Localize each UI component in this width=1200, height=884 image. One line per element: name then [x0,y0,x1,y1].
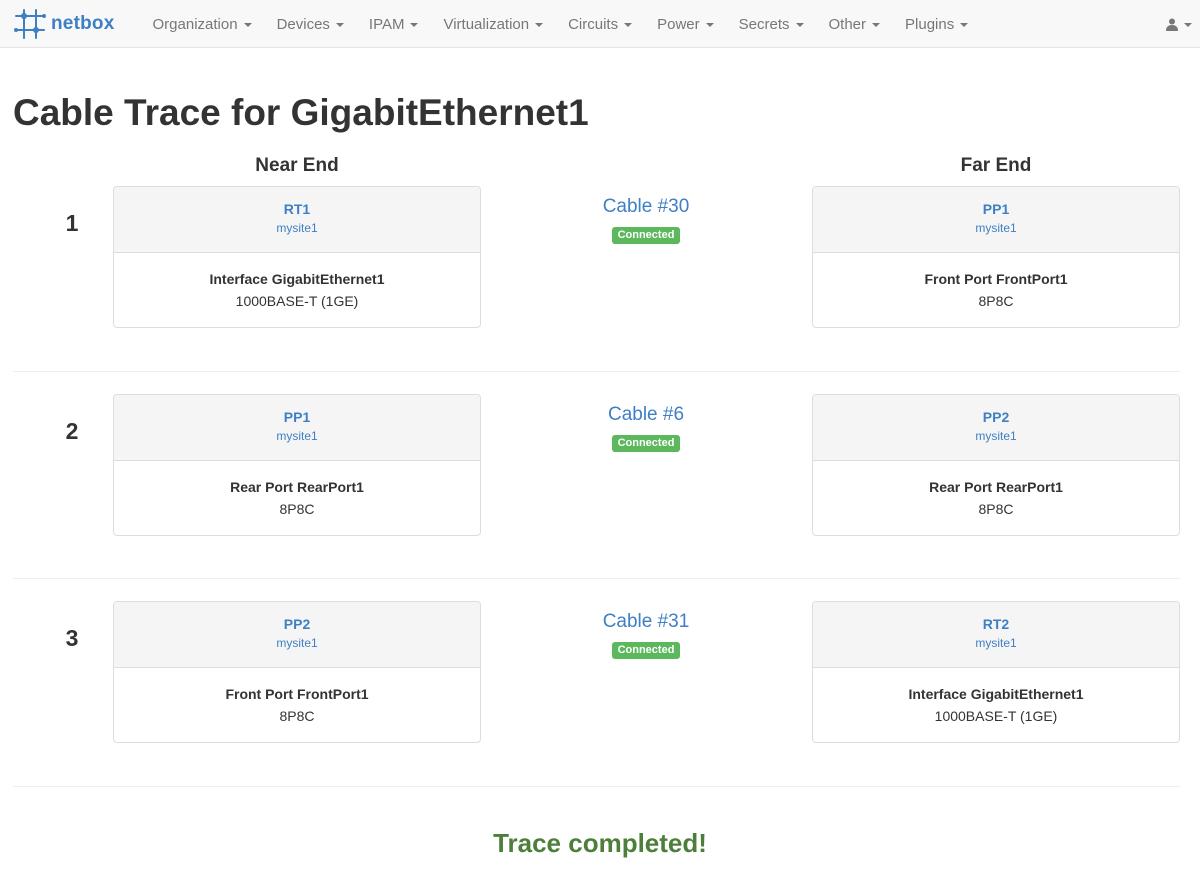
nav-plugins[interactable]: Plugins [893,0,981,48]
panel-body: Interface GigabitEthernet1 1000BASE-T (1… [813,668,1179,724]
nav-label: IPAM [368,15,405,33]
far-end-heading: Far End [960,155,1032,176]
device-link[interactable]: RT2 [983,616,1009,632]
port-type: 1000BASE-T (1GE) [934,708,1058,724]
port-name: Front Port FrontPort1 [225,686,369,702]
near-end-heading: Near End [255,155,339,176]
port-name: Front Port FrontPort1 [924,271,1068,287]
panel-heading: PP2 mysite1 [114,602,480,668]
port-name: Interface GigabitEthernet1 [908,686,1084,702]
hop-divider [13,786,1180,787]
status-badge: Connected [611,642,681,659]
site-link[interactable]: mysite1 [975,221,1016,235]
nav-label: Devices [276,15,330,33]
near-end-panel: PP2 mysite1 Front Port FrontPort1 8P8C [113,601,481,743]
near-end-panel: RT1 mysite1 Interface GigabitEthernet1 1… [113,186,481,328]
site-link[interactable]: mysite1 [975,636,1016,650]
nav-label: Other [828,15,867,33]
user-icon [1166,18,1178,31]
caret-down-icon [410,23,419,27]
nav-label: Circuits [568,15,619,33]
nav-label: Virtualization [443,15,530,33]
cable-info: Cable #6 Connected [566,404,726,452]
cable-link[interactable]: Cable #6 [608,404,684,426]
far-end-panel: RT2 mysite1 Interface GigabitEthernet1 1… [812,601,1180,743]
cable-link[interactable]: Cable #31 [603,611,690,633]
caret-down-icon [1184,23,1192,27]
panel-heading: PP1 mysite1 [114,395,480,461]
status-badge: Connected [611,227,681,244]
caret-down-icon [335,23,344,27]
nav-label: Power [657,15,700,33]
port-type: 8P8C [279,708,315,724]
device-link[interactable]: PP2 [284,616,310,632]
device-link[interactable]: RT1 [284,201,310,217]
port-name: Rear Port RearPort1 [230,479,364,495]
caret-down-icon [872,23,881,27]
trace-hop: 2 PP1 mysite1 Rear Port RearPort1 8P8C C… [0,394,1200,602]
hop-divider [13,371,1180,372]
panel-body: Rear Port RearPort1 8P8C [114,461,480,517]
trace-hop: 1 RT1 mysite1 Interface GigabitEthernet1… [0,186,1200,394]
panel-body: Interface GigabitEthernet1 1000BASE-T (1… [114,253,480,309]
port-type: 1000BASE-T (1GE) [235,293,359,309]
far-end-panel: PP2 mysite1 Rear Port RearPort1 8P8C [812,394,1180,536]
hop-divider [13,578,1180,579]
panel-heading: PP1 mysite1 [813,187,1179,253]
nav-virtualization[interactable]: Virtualization [431,0,556,48]
port-name: Rear Port RearPort1 [929,479,1063,495]
cable-info: Cable #30 Connected [566,196,726,244]
panel-body: Front Port FrontPort1 8P8C [813,253,1179,309]
port-name: Interface GigabitEthernet1 [209,271,385,287]
nav-organization[interactable]: Organization [140,0,264,48]
panel-body: Front Port FrontPort1 8P8C [114,668,480,724]
site-link[interactable]: mysite1 [276,636,317,650]
brand-name: netbox [51,13,115,34]
site-link[interactable]: mysite1 [975,429,1016,443]
caret-down-icon [795,23,804,27]
nav-power[interactable]: Power [645,0,727,48]
caret-down-icon [705,23,714,27]
status-badge: Connected [611,435,681,452]
port-type: 8P8C [279,501,315,517]
caret-down-icon [243,23,252,27]
near-end-panel: PP1 mysite1 Rear Port RearPort1 8P8C [113,394,481,536]
nav-ipam[interactable]: IPAM [356,0,431,48]
device-link[interactable]: PP1 [284,409,310,425]
far-end-panel: PP1 mysite1 Front Port FrontPort1 8P8C [812,186,1180,328]
caret-down-icon [624,23,633,27]
cable-info: Cable #31 Connected [566,611,726,659]
device-link[interactable]: PP2 [983,409,1009,425]
navbar: netbox Organization Devices IPAM Virtual… [0,0,1200,48]
nav-devices[interactable]: Devices [264,0,356,48]
panel-heading: RT2 mysite1 [813,602,1179,668]
caret-down-icon [535,23,544,27]
netbox-logo-icon [14,9,46,39]
nav-other[interactable]: Other [816,0,893,48]
device-link[interactable]: PP1 [983,201,1009,217]
main-nav: Organization Devices IPAM Virtualization… [140,0,981,48]
caret-down-icon [960,23,969,27]
port-type: 8P8C [978,293,1014,309]
hop-number: 3 [65,625,79,651]
page-title: Cable Trace for GigabitEthernet1 [13,92,589,133]
port-type: 8P8C [978,501,1014,517]
nav-label: Organization [152,15,238,33]
brand-link[interactable]: netbox [13,8,114,40]
nav-secrets[interactable]: Secrets [726,0,816,48]
hop-number: 1 [65,210,79,236]
cable-link[interactable]: Cable #30 [603,196,690,218]
panel-heading: PP2 mysite1 [813,395,1179,461]
user-menu[interactable] [1166,0,1192,48]
nav-circuits[interactable]: Circuits [556,0,645,48]
site-link[interactable]: mysite1 [276,221,317,235]
trace-hop: 3 PP2 mysite1 Front Port FrontPort1 8P8C… [0,601,1200,809]
panel-heading: RT1 mysite1 [114,187,480,253]
hop-number: 2 [65,418,79,444]
nav-label: Secrets [738,15,790,33]
nav-label: Plugins [905,15,955,33]
trace-status: Trace completed! [493,828,707,858]
panel-body: Rear Port RearPort1 8P8C [813,461,1179,517]
site-link[interactable]: mysite1 [276,429,317,443]
